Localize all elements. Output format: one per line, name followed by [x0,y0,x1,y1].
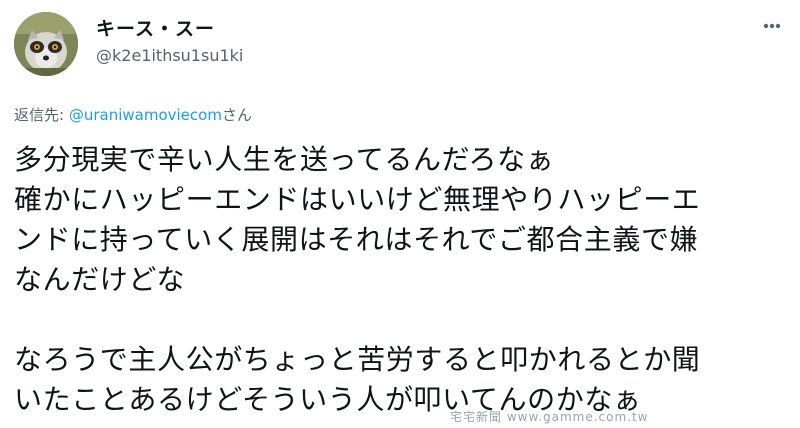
reply-suffix: さん [221,106,252,124]
tweet-line: ンドに持っていく展開はそれはそれでご都合主義で嫌 [14,223,699,256]
user-handle[interactable]: @k2e1ithsu1su1ki [96,46,243,65]
tweet: キース・スー @k2e1ithsu1su1ki 返信先: @uraniwamov… [0,0,800,428]
tweet-line: 多分現実で辛い人生を送ってるんだろなぁ [14,143,555,176]
tweet-line: なんだけどな [14,263,186,296]
tweet-line: 確かにハッピーエンドはいいけど無理やりハッピーエ [14,183,701,216]
more-icon [763,23,781,29]
avatar[interactable] [14,12,78,76]
reply-mention-link[interactable]: @uraniwamoviecom [69,106,222,124]
tweet-text: 多分現実で辛い人生を送ってるんだろなぁ 確かにハッピーエンドはいいけど無理やりハ… [14,140,794,420]
tweet-line: なろうで主人公がちょっと苦労すると叩かれるとか聞 [14,343,701,376]
watermark: 宅宅新聞 www.gamme.com.tw [450,410,649,424]
more-button[interactable] [756,10,788,42]
display-name[interactable]: キース・スー [96,14,215,41]
lemur-avatar-icon [14,12,78,76]
reply-prefix: 返信先: [14,106,69,124]
tweet-line: いたことあるけどそういう人が叩いてんのかなぁ [14,383,642,416]
reply-context: 返信先: @uraniwamoviecomさん [14,104,252,125]
